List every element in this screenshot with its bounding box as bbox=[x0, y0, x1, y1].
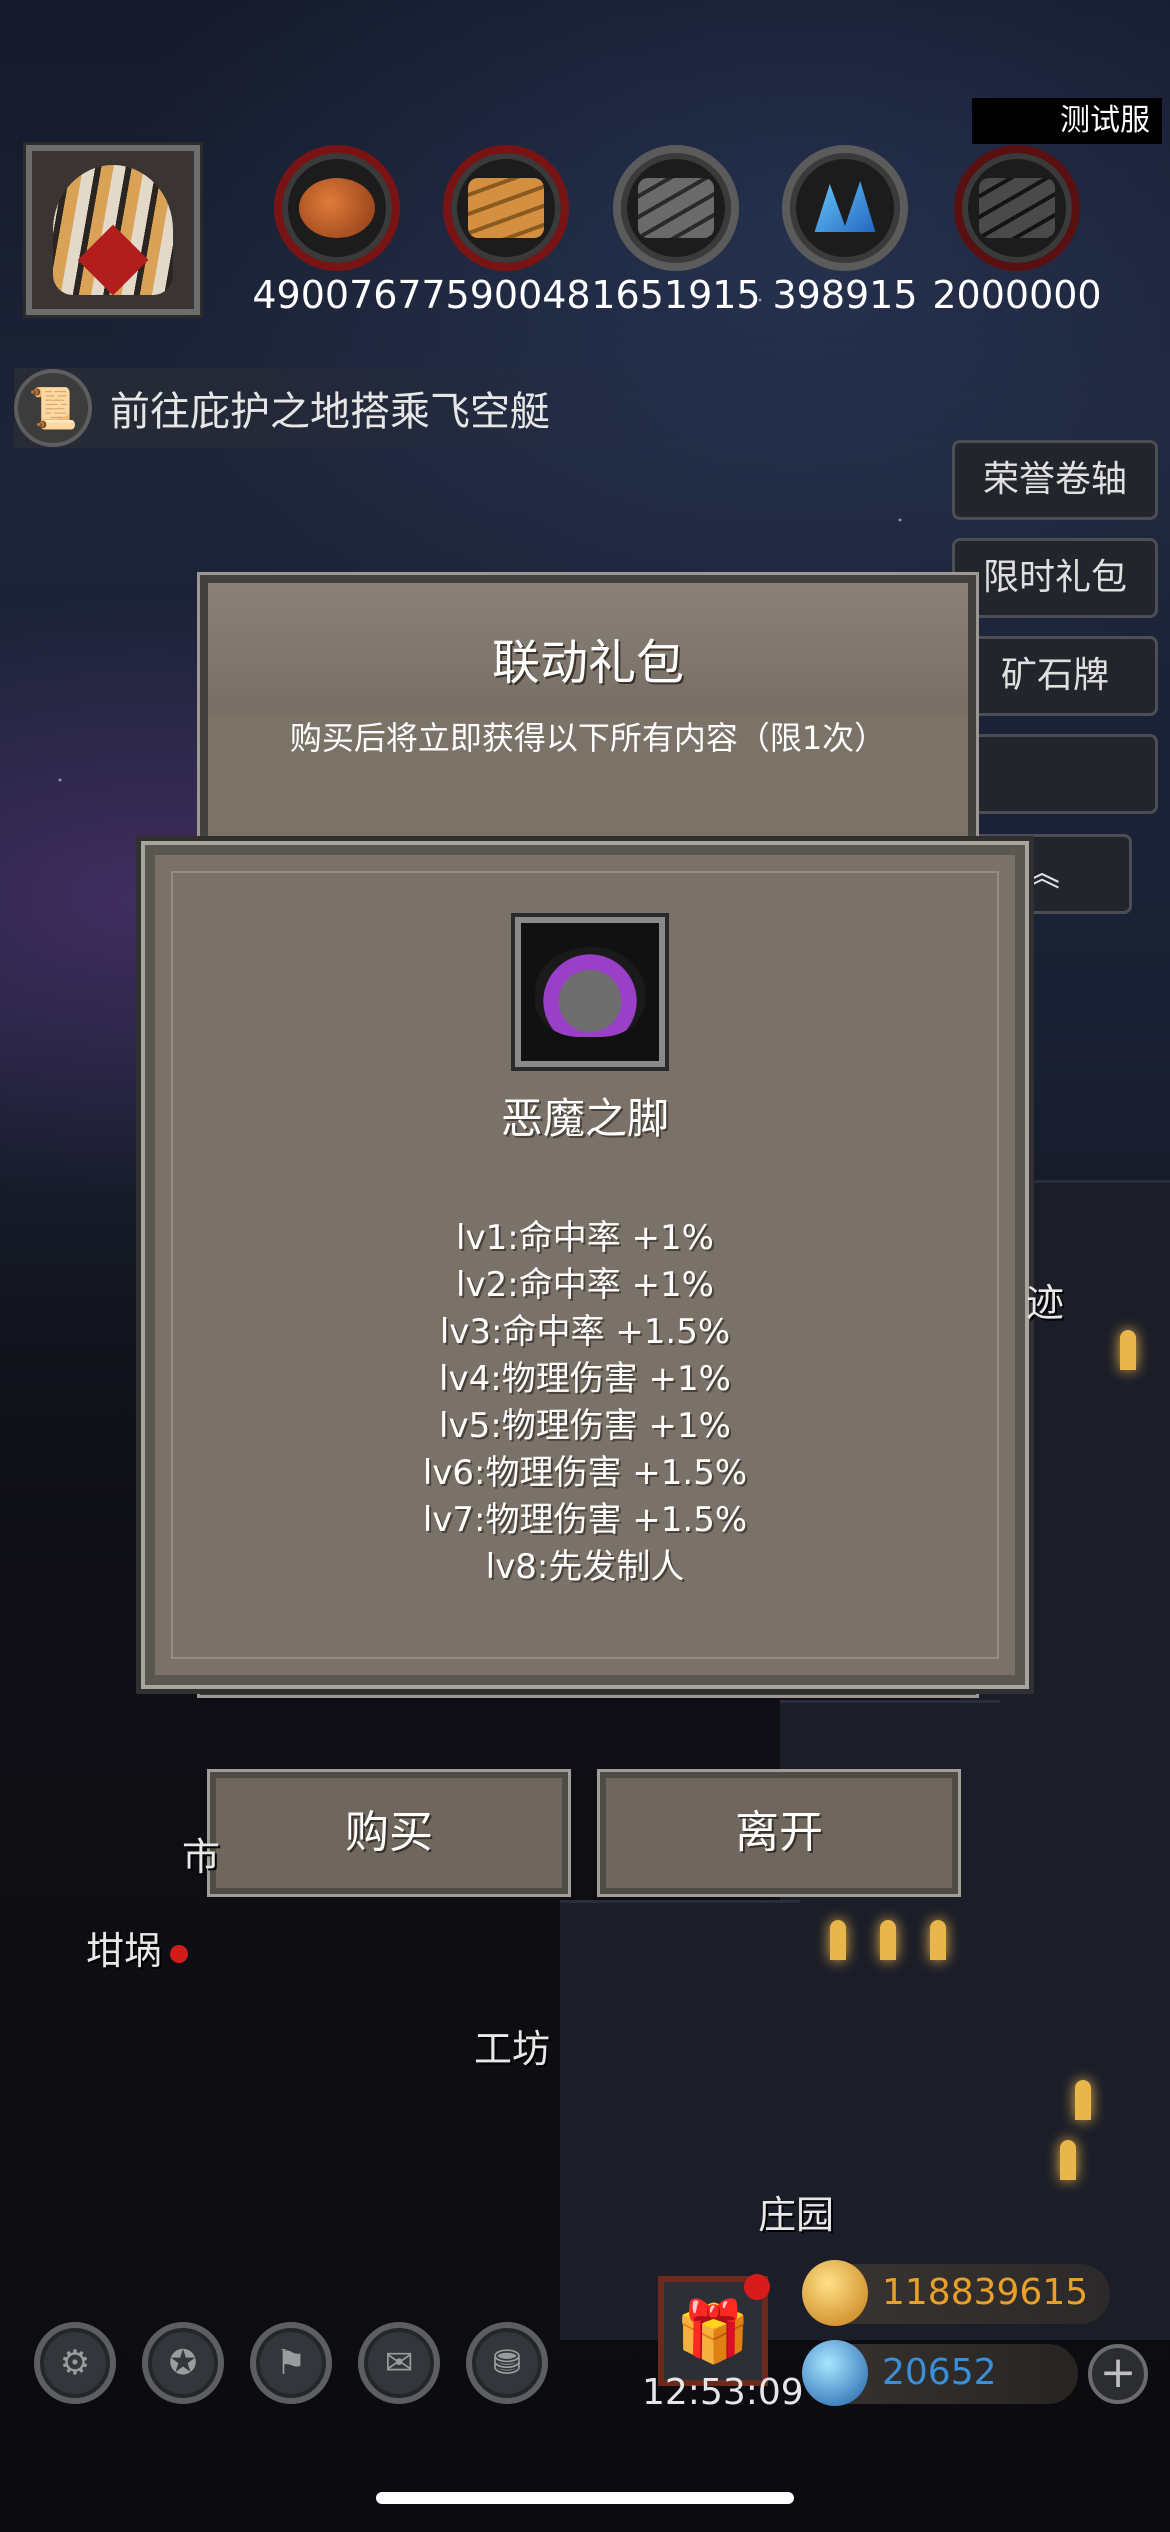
item-detail-dialog: 恶魔之脚 lv1:命中率 +1% lv2:命中率 +1% lv3:命中率 +1.… bbox=[145, 845, 1025, 1685]
resource-ring bbox=[954, 145, 1080, 271]
item-name: 恶魔之脚 bbox=[500, 1094, 669, 1143]
scroll-icon: 📜 bbox=[14, 369, 92, 447]
player-avatar[interactable] bbox=[23, 142, 203, 318]
level-bonus: lv7:物理伤害 +1.5% bbox=[422, 1500, 748, 1540]
window-light bbox=[1075, 2080, 1091, 2120]
crystal-icon bbox=[814, 181, 876, 232]
resource-ring bbox=[274, 145, 400, 271]
mail-icon[interactable]: ✉ bbox=[358, 2322, 440, 2404]
demon-claw-icon bbox=[515, 917, 665, 1067]
leave-button[interactable]: 离开 bbox=[600, 1772, 958, 1894]
resource-value: 398915 bbox=[772, 273, 918, 317]
building bbox=[560, 1900, 800, 2340]
resource-meat[interactable]: 4900767 bbox=[252, 145, 422, 317]
map-label-ruins[interactable]: 迹 bbox=[1026, 1272, 1064, 1327]
window-light bbox=[1060, 2140, 1076, 2180]
resource-ore[interactable]: 2000000 bbox=[932, 145, 1102, 317]
resource-value: 7590048 bbox=[421, 273, 591, 317]
window-light bbox=[930, 1920, 946, 1960]
resource-ring bbox=[782, 145, 908, 271]
tiger-avatar-icon bbox=[53, 165, 173, 295]
quest-text: 前往庇护之地搭乘飞空艇 bbox=[110, 389, 550, 435]
gold-coin-icon bbox=[802, 2260, 868, 2326]
clock: 12:53:09 bbox=[642, 2372, 804, 2413]
resource-ring bbox=[443, 145, 569, 271]
side-menu-button[interactable] bbox=[952, 734, 1158, 814]
map-label-market[interactable]: 市 bbox=[182, 1826, 220, 1881]
achievement-star-icon[interactable]: ✪ bbox=[142, 2322, 224, 2404]
resource-value: 2000000 bbox=[932, 273, 1102, 317]
level-bonus-list: lv1:命中率 +1% lv2:命中率 +1% lv3:命中率 +1.5% lv… bbox=[155, 1215, 1015, 1591]
limited-gift-button[interactable]: 限时礼包 bbox=[952, 538, 1158, 618]
resource-value: 1651915 bbox=[591, 273, 761, 317]
iron-icon bbox=[638, 178, 714, 238]
ore-icon bbox=[979, 178, 1055, 238]
window-light bbox=[1120, 1330, 1136, 1370]
level-bonus: lv5:物理伤害 +1% bbox=[439, 1406, 731, 1446]
server-tag: 测试服 bbox=[972, 98, 1162, 144]
gem-amount: 20652 bbox=[882, 2352, 997, 2393]
quest-tracker[interactable]: 📜 前往庇护之地搭乘飞空艇 bbox=[14, 368, 654, 448]
fort-label-text: 坩埚 bbox=[86, 1929, 163, 1973]
ore-card-button[interactable]: 矿石牌 bbox=[952, 636, 1158, 716]
gem-icon bbox=[802, 2340, 868, 2406]
gem-counter: 20652 bbox=[802, 2340, 1078, 2406]
map-label-fort[interactable]: 坩埚 bbox=[86, 1920, 189, 1975]
level-bonus: lv6:物理伤害 +1.5% bbox=[422, 1453, 748, 1493]
dialog-title: 联动礼包 bbox=[491, 635, 684, 691]
notification-dot bbox=[170, 1944, 189, 1963]
resource-ring bbox=[613, 145, 739, 271]
level-bonus: lv8:先发制人 bbox=[485, 1547, 685, 1587]
gold-amount: 118839615 bbox=[882, 2272, 1089, 2313]
resource-value: 4900767 bbox=[252, 273, 422, 317]
home-indicator[interactable] bbox=[376, 2492, 794, 2504]
window-light bbox=[880, 1920, 896, 1960]
gold-counter: 118839615 bbox=[802, 2260, 1110, 2326]
honor-scroll-button[interactable]: 荣誉卷轴 bbox=[952, 440, 1158, 520]
level-bonus: lv2:命中率 +1% bbox=[456, 1265, 714, 1305]
shop-icon[interactable]: ⛃ bbox=[466, 2322, 548, 2404]
dialog-subtitle: 购买后将立即获得以下所有内容（限1次） bbox=[289, 719, 887, 757]
claw-shape bbox=[535, 947, 645, 1037]
resource-iron[interactable]: 1651915 bbox=[591, 145, 761, 317]
resource-wood[interactable]: 7590048 bbox=[421, 145, 591, 317]
add-gems-plus-icon[interactable]: + bbox=[1088, 2344, 1148, 2404]
guild-banner-icon[interactable]: ⚑ bbox=[250, 2322, 332, 2404]
window-light bbox=[830, 1920, 846, 1960]
settings-gear-icon[interactable]: ⚙ bbox=[34, 2322, 116, 2404]
resource-crystal[interactable]: 398915 bbox=[772, 145, 918, 317]
level-bonus: lv4:物理伤害 +1% bbox=[439, 1359, 731, 1399]
wood-icon bbox=[468, 178, 544, 238]
map-label-workshop[interactable]: 工坊 bbox=[474, 2018, 550, 2073]
level-bonus: lv1:命中率 +1% bbox=[456, 1218, 714, 1258]
map-label-manor[interactable]: 庄园 bbox=[758, 2184, 834, 2239]
notification-dot bbox=[744, 2274, 770, 2300]
buy-button[interactable]: 购买 bbox=[210, 1772, 568, 1894]
level-bonus: lv3:命中率 +1.5% bbox=[439, 1312, 731, 1352]
meat-icon bbox=[299, 178, 375, 238]
